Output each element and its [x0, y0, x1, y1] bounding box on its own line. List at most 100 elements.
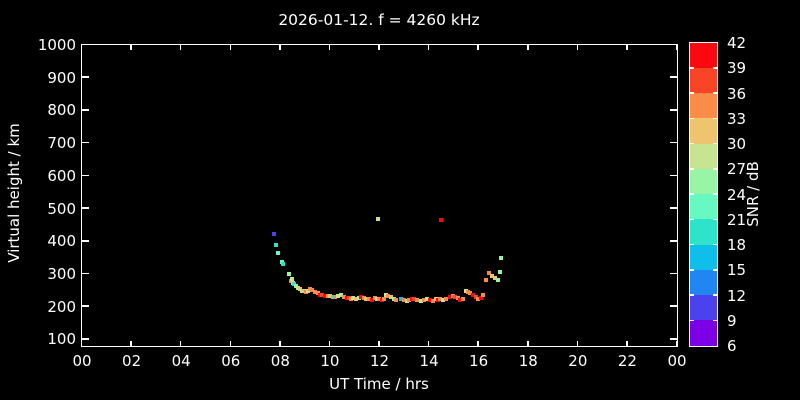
- data-point: [460, 297, 465, 302]
- x-major-tick: [279, 340, 281, 346]
- y-major-tick: [669, 174, 677, 177]
- x-major-tick: [427, 340, 430, 346]
- y-major-tick: [669, 207, 677, 209]
- colorbar-segment: [689, 269, 717, 295]
- colorbar-segment: [689, 93, 717, 119]
- ionogram-figure: 2026-01-12. f = 4260 kHz Virtual height …: [0, 0, 800, 400]
- colorbar-boundary-tick: [689, 142, 694, 145]
- x-major-tick: [576, 340, 579, 346]
- data-point: [495, 278, 500, 283]
- colorbar-tick-label: 18: [727, 236, 747, 254]
- colorbar-segment: [689, 244, 717, 270]
- x-major-tick: [80, 44, 83, 50]
- x-major-tick: [626, 340, 628, 346]
- y-major-tick: [669, 141, 677, 144]
- colorbar: [688, 41, 718, 347]
- y-tick-label: 900: [47, 68, 76, 87]
- x-major-tick: [229, 340, 231, 346]
- y-tick-label: 600: [47, 166, 76, 185]
- x-tick-label: 20: [568, 352, 588, 370]
- colorbar-boundary-tick: [689, 243, 694, 246]
- colorbar-boundary-tick: [712, 92, 717, 94]
- colorbar-axis-label: SNR / dB: [744, 161, 762, 227]
- data-point: [498, 269, 503, 274]
- colorbar-boundary-tick: [712, 243, 717, 246]
- colorbar-boundary-tick: [712, 294, 717, 296]
- colorbar-boundary-tick: [689, 269, 694, 271]
- colorbar-boundary-tick: [689, 168, 694, 170]
- x-tick-label: 00: [72, 352, 92, 370]
- colorbar-tick-label: 9: [727, 311, 737, 330]
- colorbar-boundary-tick: [712, 319, 717, 321]
- x-axis-label: UT Time / hrs: [329, 375, 429, 393]
- y-tick-label: 300: [47, 265, 76, 284]
- y-major-tick: [81, 207, 89, 209]
- colorbar-boundary-tick: [712, 218, 717, 220]
- y-tick-label: 200: [47, 297, 76, 316]
- data-point: [273, 243, 278, 248]
- colorbar-tick-label: 6: [727, 337, 737, 355]
- y-major-tick: [669, 272, 677, 275]
- colorbar-tick-label: 36: [727, 84, 747, 103]
- colorbar-segment: [689, 194, 717, 220]
- x-tick-label: 06: [221, 352, 241, 370]
- y-major-tick: [81, 240, 89, 242]
- colorbar-segment: [689, 118, 717, 144]
- x-major-tick: [477, 340, 479, 346]
- colorbar-tick-label: 30: [727, 135, 747, 153]
- plot-title: 2026-01-12. f = 4260 kHz: [278, 11, 480, 29]
- x-tick-label: 00: [667, 352, 687, 370]
- x-tick-label: 10: [320, 352, 340, 370]
- x-tick-label: 14: [419, 352, 439, 370]
- y-major-tick: [669, 76, 677, 78]
- colorbar-tick-label: 12: [727, 286, 747, 305]
- x-major-tick: [80, 340, 83, 346]
- data-point: [275, 250, 280, 255]
- x-major-tick: [378, 340, 380, 346]
- y-major-tick: [81, 76, 89, 78]
- y-major-tick: [81, 174, 89, 177]
- y-major-tick: [669, 240, 677, 242]
- data-point: [280, 261, 285, 266]
- x-tick-label: 18: [518, 352, 538, 370]
- y-tick-label: 400: [47, 232, 76, 251]
- data-point: [480, 293, 485, 298]
- x-major-tick: [328, 340, 331, 346]
- colorbar-segment: [689, 295, 717, 321]
- data-point: [393, 298, 398, 303]
- x-major-tick: [130, 340, 132, 346]
- data-point: [499, 256, 504, 261]
- x-tick-label: 02: [122, 352, 142, 370]
- colorbar-segment: [689, 67, 717, 93]
- x-major-tick: [229, 44, 231, 50]
- x-major-tick: [527, 340, 529, 346]
- x-major-tick: [179, 44, 182, 50]
- x-major-tick: [675, 44, 678, 50]
- plot-area: [80, 43, 678, 347]
- x-major-tick: [328, 44, 331, 50]
- colorbar-tick-label: 39: [727, 59, 747, 78]
- colorbar-tick-label: 15: [727, 261, 747, 280]
- colorbar-segment: [689, 320, 717, 346]
- x-major-tick: [477, 44, 479, 50]
- y-major-tick: [81, 305, 89, 307]
- y-tick-label: 800: [47, 101, 76, 120]
- colorbar-boundary-tick: [712, 67, 717, 69]
- y-major-tick: [81, 272, 89, 275]
- colorbar-tick-label: 33: [727, 109, 747, 128]
- y-tick-label: 100: [47, 330, 76, 349]
- y-major-tick: [81, 141, 89, 144]
- y-tick-label: 500: [47, 199, 76, 218]
- data-point: [271, 231, 276, 236]
- colorbar-boundary-tick: [689, 218, 694, 220]
- colorbar-boundary-tick: [689, 92, 694, 94]
- x-tick-label: 12: [369, 352, 390, 370]
- data-point: [286, 272, 291, 277]
- colorbar-tick-label: 42: [727, 34, 747, 52]
- y-tick-label: 700: [47, 134, 76, 153]
- colorbar-boundary-tick: [712, 142, 717, 145]
- colorbar-segment: [689, 42, 717, 68]
- colorbar-boundary-tick: [689, 294, 694, 296]
- colorbar-segment: [689, 143, 717, 169]
- colorbar-boundary-tick: [689, 319, 694, 321]
